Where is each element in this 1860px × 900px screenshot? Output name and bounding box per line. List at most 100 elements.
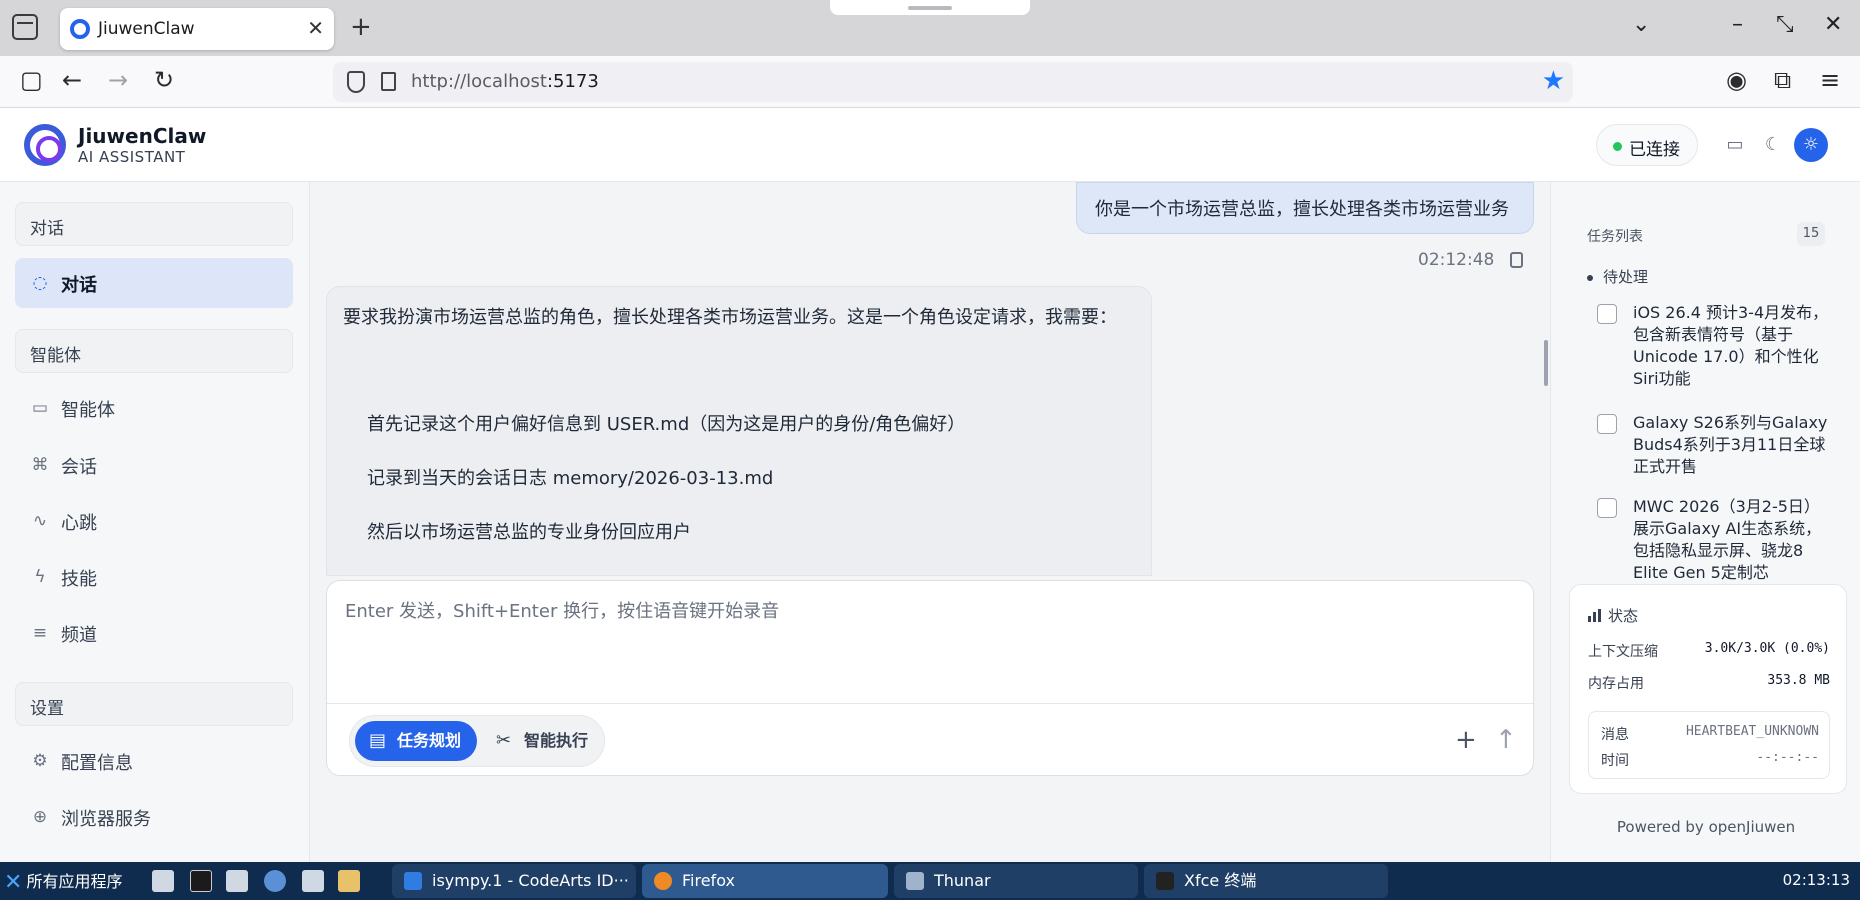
connection-status-badge: 已连接 bbox=[1596, 124, 1698, 166]
minimize-icon[interactable]: – bbox=[1732, 12, 1743, 37]
url-bar[interactable]: http://localhost:5173 ★ bbox=[333, 62, 1573, 102]
browser-nav-bar: ▢ ← → ↻ http://localhost:5173 ★ ◉ ⧉ ≡ bbox=[0, 56, 1860, 108]
task-checkbox[interactable] bbox=[1597, 304, 1617, 324]
sidebar-section-chat: 对话 bbox=[15, 202, 293, 246]
shield-icon[interactable] bbox=[347, 71, 365, 93]
task-count-badge: 15 bbox=[1797, 222, 1825, 246]
terminal-icon bbox=[1156, 872, 1174, 890]
sidebar-item-skills[interactable]: ϟ 技能 bbox=[15, 552, 293, 602]
app-header: JiuwenClaw AI ASSISTANT 已连接 ▭ ☾ ☼ bbox=[0, 108, 1860, 182]
account-icon[interactable]: ◉ bbox=[1726, 66, 1747, 94]
show-desktop-icon[interactable] bbox=[152, 870, 174, 892]
forward-icon[interactable]: → bbox=[108, 66, 128, 94]
sidebar-item-agents[interactable]: ▭ 智能体 bbox=[15, 383, 293, 433]
assistant-line: 记录到当天的会话日志 memory/2026-03-13.md bbox=[367, 468, 774, 489]
desktop-taskbar: ✕ 所有应用程序 isympy.1 - CodeArts ID··· Firefo… bbox=[0, 862, 1860, 900]
pulse-icon: ∿ bbox=[32, 511, 48, 531]
task-checkbox[interactable] bbox=[1597, 414, 1617, 434]
extensions-icon[interactable]: ⧉ bbox=[1774, 66, 1791, 94]
taskbar-clock: 02:13:13 bbox=[1782, 871, 1850, 889]
light-theme-sun-icon[interactable]: ☼ bbox=[1794, 128, 1828, 162]
sidebar-item-sessions[interactable]: ⌘ 会话 bbox=[15, 440, 293, 490]
powered-by-text: Powered by openJiuwen bbox=[1616, 818, 1796, 836]
sidebar-item-chat[interactable]: ◌ 对话 bbox=[15, 258, 293, 308]
sidebar-item-channels[interactable]: ≡ 频道 bbox=[15, 608, 293, 658]
message-input[interactable] bbox=[345, 597, 1505, 697]
command-icon: ⌘ bbox=[31, 455, 49, 475]
gear-icon: ⚙ bbox=[32, 751, 48, 771]
smart-execute-button[interactable]: ✂ 智能执行 bbox=[482, 721, 600, 761]
reload-icon[interactable]: ↻ bbox=[154, 66, 174, 94]
tab-list-icon[interactable] bbox=[12, 14, 38, 40]
page-info-icon[interactable] bbox=[381, 72, 396, 91]
jiuwenclaw-favicon-icon bbox=[70, 19, 90, 39]
back-icon[interactable]: ← bbox=[62, 66, 82, 94]
browser-tab[interactable]: JiuwenClaw ✕ bbox=[60, 8, 334, 50]
sidebar: 对话 ◌ 对话 智能体 ▭ 智能体 ⌘ 会话 ∿ 心跳 ϟ 技能 ≡ 频道 设置… bbox=[0, 182, 310, 862]
system-theme-monitor-icon[interactable]: ▭ bbox=[1718, 128, 1752, 162]
message-composer: ▤ 任务规划 ✂ 智能执行 + ↑ bbox=[326, 580, 1534, 776]
sidebar-item-heartbeat[interactable]: ∿ 心跳 bbox=[15, 496, 293, 546]
task-list-title: 任务列表 bbox=[1587, 229, 1643, 245]
close-tab-icon[interactable]: ✕ bbox=[307, 16, 324, 40]
web-browser-launcher-icon[interactable] bbox=[264, 870, 286, 892]
app-finder-icon[interactable] bbox=[302, 870, 324, 892]
copy-icon[interactable] bbox=[1510, 252, 1523, 268]
task-planning-button[interactable]: ▤ 任务规划 bbox=[355, 721, 477, 761]
bar-chart-icon bbox=[1588, 609, 1602, 622]
new-tab-icon[interactable]: + bbox=[350, 12, 372, 42]
sidebar-item-config[interactable]: ⚙ 配置信息 bbox=[15, 736, 293, 786]
menu-icon[interactable]: ≡ bbox=[1820, 66, 1840, 94]
restore-icon[interactable]: ⤡ bbox=[1776, 12, 1794, 37]
user-message-text: 你是一个市场运营总监，擅长处理各类市场运营业务 bbox=[1095, 199, 1509, 220]
task-list: 任务列表 15 待处理 iOS 26.4 预计3-4月发布，包含新表情符号（基于… bbox=[1551, 182, 1860, 582]
window-drag-handle[interactable] bbox=[830, 0, 1030, 15]
bookmark-star-icon[interactable]: ★ bbox=[1542, 66, 1565, 96]
sidebar-toggle-icon[interactable]: ▢ bbox=[20, 66, 43, 94]
brand-subtitle: AI ASSISTANT bbox=[78, 148, 186, 166]
heartbeat-time-row: 时间 --:--:-- bbox=[1601, 750, 1819, 769]
send-arrow-icon[interactable]: ↑ bbox=[1495, 725, 1517, 755]
context-compression-row: 上下文压缩 3.0K/3.0K (0.0%) bbox=[1588, 641, 1830, 660]
browser-tab-bar: JiuwenClaw ✕ + ⌄ – ⤡ ✕ bbox=[0, 0, 1860, 56]
close-window-icon[interactable]: ✕ bbox=[1824, 12, 1842, 37]
status-header: 状态 bbox=[1588, 605, 1638, 626]
taskbar-task-terminal[interactable]: Xfce 终端 bbox=[1144, 864, 1388, 898]
task-checkbox[interactable] bbox=[1597, 498, 1617, 518]
dark-theme-moon-icon[interactable]: ☾ bbox=[1756, 128, 1790, 162]
assistant-line: 要求我扮演市场运营总监的角色，擅长处理各类市场运营业务。这是一个角色设定请求，我… bbox=[343, 307, 1117, 328]
message-timestamp: 02:12:48 bbox=[1418, 250, 1495, 270]
chevron-down-icon[interactable]: ⌄ bbox=[1632, 12, 1650, 37]
tools-icon: ✂ bbox=[496, 730, 512, 751]
taskbar-task-thunar[interactable]: Thunar bbox=[894, 864, 1138, 898]
taskbar-task-codearts[interactable]: isympy.1 - CodeArts ID··· bbox=[392, 864, 636, 898]
add-attachment-icon[interactable]: + bbox=[1455, 725, 1477, 755]
status-dot-icon bbox=[1613, 142, 1622, 151]
connection-status-text: 已连接 bbox=[1629, 140, 1680, 160]
lightning-icon: ϟ bbox=[34, 567, 46, 587]
monitor-icon: ▭ bbox=[31, 398, 49, 418]
codearts-icon bbox=[404, 872, 422, 890]
list-icon: ≡ bbox=[32, 623, 48, 643]
file-manager-launcher-icon[interactable] bbox=[338, 870, 360, 892]
xfce-logo-icon: ✕ bbox=[4, 870, 23, 895]
pending-group-label: 待处理 bbox=[1587, 266, 1648, 287]
sidebar-section-agents: 智能体 bbox=[15, 329, 293, 373]
user-message-bubble: 你是一个市场运营总监，擅长处理各类市场运营业务 bbox=[1076, 182, 1534, 234]
thunar-icon bbox=[906, 872, 924, 890]
heartbeat-message-row: 消息 HEARTBEAT_UNKNOWN bbox=[1601, 724, 1819, 743]
mode-toggle-group: ▤ 任务规划 ✂ 智能执行 bbox=[349, 715, 605, 767]
assistant-line: 首先记录这个用户偏好信息到 USER.md（因为这是用户的身份/角色偏好） bbox=[367, 414, 966, 435]
brand-name: JiuwenClaw bbox=[78, 124, 207, 148]
home-folder-icon[interactable] bbox=[226, 870, 248, 892]
chat-bubble-icon: ◌ bbox=[32, 273, 48, 293]
terminal-launcher-icon[interactable] bbox=[190, 870, 212, 892]
taskbar-task-firefox[interactable]: Firefox bbox=[642, 864, 888, 898]
sidebar-item-browser-service[interactable]: ⊕ 浏览器服务 bbox=[15, 792, 293, 842]
applications-menu-button[interactable]: ✕ 所有应用程序 bbox=[4, 868, 122, 895]
chat-scrollbar[interactable] bbox=[1544, 340, 1548, 386]
status-card: 状态 上下文压缩 3.0K/3.0K (0.0%) 内存占用 353.8 MB … bbox=[1569, 584, 1847, 794]
url-text[interactable]: http://localhost:5173 bbox=[411, 71, 599, 92]
memory-usage-row: 内存占用 353.8 MB bbox=[1588, 673, 1830, 692]
chat-main: 你是一个市场运营总监，擅长处理各类市场运营业务 02:12:48 要求我扮演市场… bbox=[310, 182, 1550, 862]
